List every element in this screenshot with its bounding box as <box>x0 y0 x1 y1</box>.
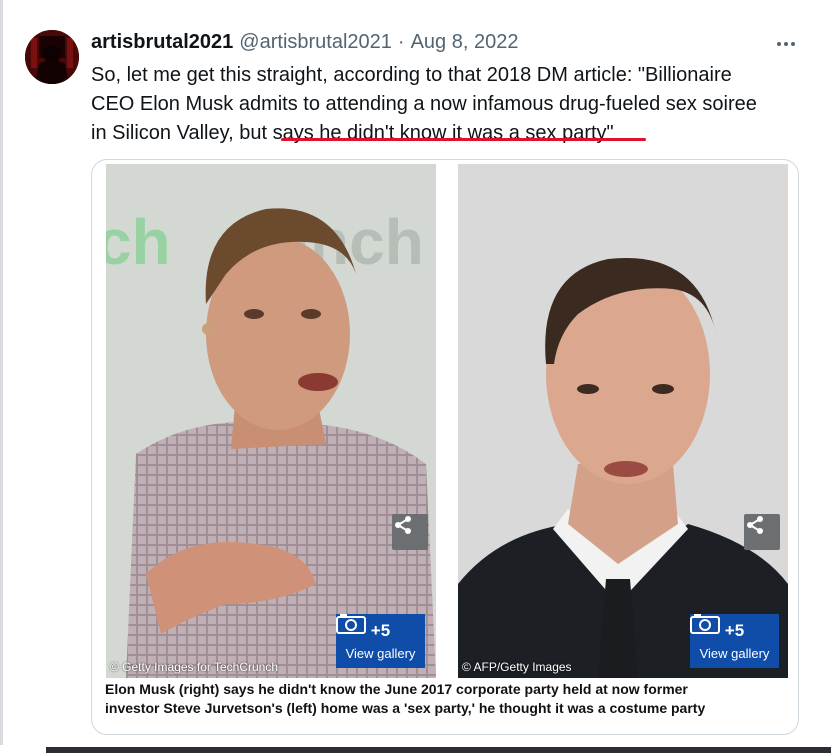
gallery-label: View gallery <box>699 646 770 661</box>
svg-text:ch: ch <box>106 206 171 278</box>
photo-credit: © AFP/Getty Images <box>462 660 572 674</box>
camera-icon <box>336 614 366 634</box>
gallery-count: +5 <box>370 621 391 640</box>
display-name[interactable]: artisbrutal2021 <box>91 31 233 54</box>
tweet-text-prefix: in Silicon Valley, but <box>91 122 273 144</box>
gallery-count: +5 <box>724 621 745 640</box>
left-photo[interactable]: ch runch <box>106 164 436 678</box>
share-icon <box>747 516 763 534</box>
caption-line: investor Steve Jurvetson's (left) home w… <box>105 700 706 716</box>
left-photo-image: ch runch <box>106 164 436 678</box>
bottom-bar <box>0 745 831 753</box>
tweet-text: So, let me get this straight, according … <box>91 61 811 148</box>
ellipsis-icon[interactable] <box>772 33 800 55</box>
tweet-date[interactable]: Aug 8, 2022 <box>411 31 519 54</box>
photo-credit: © Getty Images for TechCrunch <box>110 660 279 674</box>
red-underline <box>281 138 646 141</box>
article-card[interactable]: ch runch <box>91 159 799 735</box>
bottom-bar-dark <box>46 747 831 753</box>
image-caption: Elon Musk (right) says he didn't know th… <box>105 680 785 718</box>
timeline-border <box>0 0 3 753</box>
right-photo-image <box>458 164 788 678</box>
avatar[interactable] <box>25 30 79 84</box>
separator-dot: · <box>397 31 405 53</box>
user-handle[interactable]: @artisbrutal2021 <box>239 31 392 54</box>
share-button-left[interactable] <box>392 514 428 550</box>
gallery-label: View gallery <box>345 646 416 661</box>
view-gallery-button-left[interactable]: +5 View gallery <box>336 614 425 668</box>
right-photo[interactable]: +5 View gallery © AFP/Getty Images <box>458 164 788 678</box>
camera-icon <box>690 614 720 634</box>
tweet-text-line: CEO Elon Musk admits to attending a now … <box>91 93 757 115</box>
tweet-header: artisbrutal2021 @artisbrutal2021 · Aug 8… <box>91 31 518 59</box>
view-gallery-button-right[interactable]: +5 View gallery <box>690 614 779 668</box>
caption-line: Elon Musk (right) says he didn't know th… <box>105 681 688 697</box>
tweet-text-line: So, let me get this straight, according … <box>91 64 732 86</box>
share-button-right[interactable] <box>744 514 780 550</box>
tweet-text-line: in Silicon Valley, but says he didn't kn… <box>91 119 811 148</box>
share-icon <box>395 516 411 534</box>
avatar-image <box>25 30 79 84</box>
